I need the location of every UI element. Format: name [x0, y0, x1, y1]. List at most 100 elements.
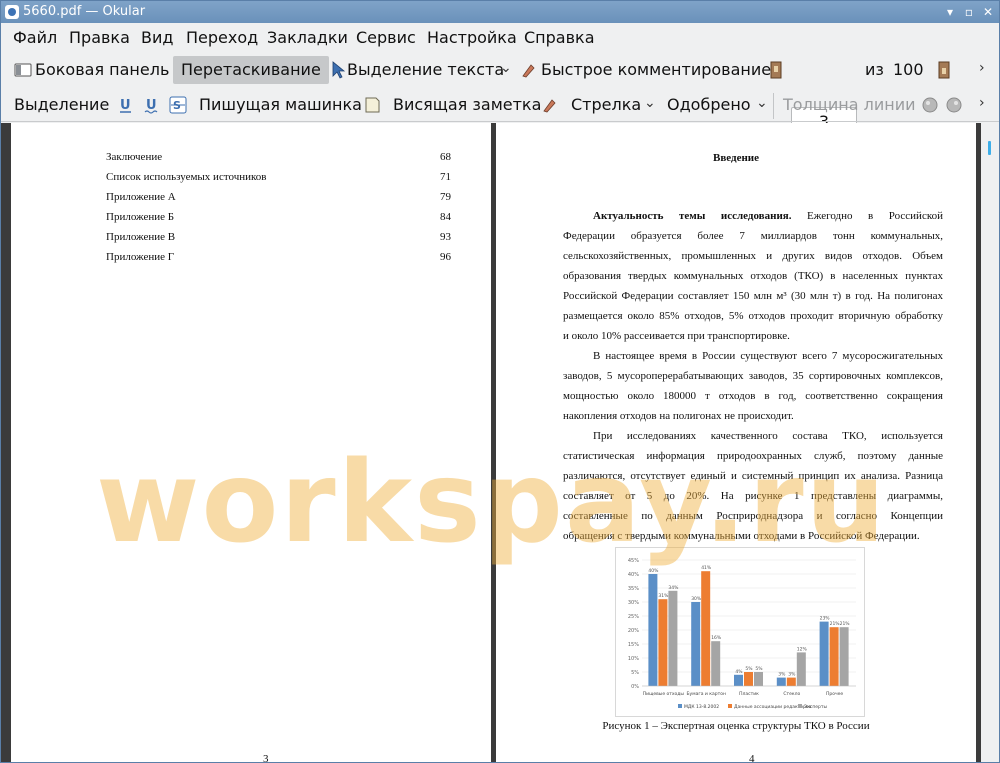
drag-mode-button[interactable]: Перетаскивание	[173, 56, 329, 84]
menu-file[interactable]: Файл	[13, 28, 57, 47]
data-label: 30%	[691, 596, 702, 602]
data-label: 34%	[668, 585, 679, 591]
figure-chart: 0% 5% 10% 15% 20% 25% 30% 35% 40% 45% 40% 31% 34% Пищ…	[615, 547, 865, 717]
quick-comment-button[interactable]: Быстрое комментирование	[541, 56, 771, 84]
scrollbar-handle[interactable]	[988, 141, 991, 155]
fill-color-icon[interactable]	[945, 96, 963, 114]
legend-label: Эксперты	[804, 704, 828, 710]
bar-chart: 0% 5% 10% 15% 20% 25% 30% 35% 40% 45% 40% 31% 34% Пищ…	[628, 558, 856, 710]
close-icon[interactable]: ✕	[980, 4, 996, 20]
minimize-icon[interactable]: ▾	[942, 4, 958, 20]
menu-bookmarks[interactable]: Закладки	[267, 28, 348, 47]
toc-entry[interactable]: Список используемых источников 71	[106, 171, 451, 187]
selection-label: Выделение	[14, 95, 110, 114]
paragraph-line: статистическая информация природоохранны…	[563, 450, 943, 462]
main-toolbar: Боковая панель Перетаскивание Выделение …	[1, 53, 999, 137]
paragraph-line: различаются, отсутствует единый и систем…	[563, 470, 943, 482]
toc-entry[interactable]: Приложение А 79	[106, 191, 451, 207]
toc-entry[interactable]: Приложение В 93	[106, 231, 451, 247]
chart-bar	[658, 599, 668, 686]
menu-go[interactable]: Переход	[186, 28, 258, 47]
sidebar-icon	[14, 63, 32, 77]
x-tick-label: Стекло	[783, 691, 800, 697]
chevron-down-icon[interactable]: ⌄	[756, 95, 768, 111]
arrow-tool-button[interactable]: Стрелка	[571, 91, 641, 119]
text-selection-button[interactable]: Выделение текста	[347, 56, 504, 84]
y-tick-label: 0%	[631, 684, 639, 690]
data-label: 16%	[711, 635, 722, 641]
chart-bar	[754, 672, 763, 686]
pdf-page-4: Введение Актуальность темы исследования.…	[496, 123, 976, 762]
data-label: 12%	[797, 646, 808, 652]
window-title: 5660.pdf — Okular	[23, 4, 146, 19]
typewriter-button[interactable]: Пишущая машинка	[199, 91, 362, 119]
sticky-note-button[interactable]: Висящая заметка	[393, 91, 541, 119]
paragraph-line: сельскохозяйственных, промышленных и дру…	[563, 250, 943, 262]
menu-settings[interactable]: Настройка	[427, 28, 517, 47]
x-tick-label: Пищевые отходы	[643, 691, 685, 697]
y-tick-label: 15%	[628, 642, 639, 648]
document-viewport[interactable]: Заключение 68 Список используемых источн…	[1, 123, 999, 763]
y-tick-label: 10%	[628, 656, 639, 662]
toolbar-separator	[773, 93, 774, 119]
toc-entry[interactable]: Приложение Б 84	[106, 211, 451, 227]
menu-view[interactable]: Вид	[141, 28, 173, 47]
paragraph-line: заводов, 5 мусороперерабатывающих заводо…	[563, 370, 943, 382]
page-of-label: из	[865, 60, 884, 79]
page-number: 3	[263, 753, 269, 763]
paragraph-line: Федерации образуется более 7 миллиардов …	[563, 230, 943, 242]
previous-page-icon[interactable]	[767, 61, 785, 79]
color-icon[interactable]	[921, 96, 939, 114]
toc-entry[interactable]: Приложение Г 96	[106, 251, 451, 267]
y-tick-label: 20%	[628, 628, 639, 634]
menu-tools[interactable]: Сервис	[356, 28, 416, 47]
y-tick-label: 35%	[628, 586, 639, 592]
section-heading: Введение	[712, 152, 760, 164]
approved-stamp-button[interactable]: Одобрено	[667, 91, 751, 119]
paragraph-line: размещается около 85% отходов, 5% отходо…	[563, 310, 943, 322]
paragraph-line: В настоящее время в России существуют вс…	[593, 350, 943, 362]
chart-bar	[701, 571, 711, 686]
chart-bar	[776, 677, 786, 686]
y-tick-label: 45%	[628, 558, 639, 564]
x-tick-label: Пластик	[739, 691, 759, 697]
annotation-toolbar: Выделение U U S Пишущая машинка Висящая …	[1, 88, 999, 122]
chart-bar	[796, 652, 806, 686]
title-bar[interactable]: 5660.pdf — Okular ▾ ▫ ✕	[1, 1, 999, 23]
svg-text:U: U	[120, 98, 131, 113]
squiggle-icon[interactable]: U	[143, 96, 161, 114]
figure-caption: Рисунок 1 – Экспертная оценка структуры …	[602, 720, 870, 732]
y-tick-label: 30%	[628, 600, 639, 606]
menu-help[interactable]: Справка	[524, 28, 595, 47]
chart-bar	[691, 602, 701, 686]
x-tick-label: Прочее	[826, 691, 843, 697]
chart-bar	[648, 574, 658, 686]
data-label: 23%	[820, 616, 831, 622]
chevron-down-icon[interactable]: ⌄	[500, 60, 512, 76]
menu-edit[interactable]: Правка	[69, 28, 130, 47]
chart-bar	[711, 641, 721, 686]
toolbar-overflow-icon[interactable]: ›	[979, 60, 985, 76]
okular-app-icon	[5, 5, 19, 19]
maximize-icon[interactable]: ▫	[961, 4, 977, 20]
y-tick-label: 25%	[628, 614, 639, 620]
menu-bar: Файл Правка Вид Переход Закладки Сервис …	[1, 23, 999, 53]
data-label: 41%	[701, 565, 712, 571]
chart-bar	[786, 677, 796, 686]
legend-swatch	[678, 704, 682, 708]
strikethrough-icon[interactable]: S	[169, 96, 187, 114]
data-label: 5%	[745, 666, 753, 672]
next-page-icon[interactable]	[935, 61, 953, 79]
chart-bar	[839, 627, 849, 686]
vertical-scrollbar[interactable]	[981, 123, 999, 762]
underline-icon[interactable]: U	[117, 96, 135, 114]
x-tick-label: Бумага и картон	[686, 691, 726, 697]
sidebar-toggle-button[interactable]: Боковая панель	[35, 56, 169, 84]
toc-entry[interactable]: Заключение 68	[106, 151, 451, 167]
toolbar-overflow-icon[interactable]: ›	[979, 95, 985, 111]
chevron-down-icon[interactable]: ⌄	[644, 95, 656, 111]
cursor-icon	[332, 61, 346, 79]
line-width-button[interactable]: Толщина линии	[783, 91, 916, 119]
chart-bar	[744, 672, 753, 686]
highlighter-icon	[543, 99, 556, 113]
